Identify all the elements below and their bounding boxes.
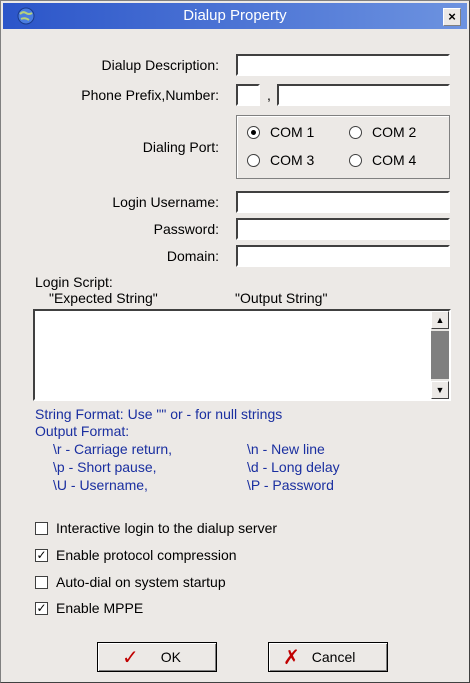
output-format-text: Output Format: — [35, 423, 130, 439]
title-bar: Dialup Property × — [3, 3, 467, 29]
option-label: Enable MPPE — [56, 600, 144, 616]
password-input[interactable] — [238, 220, 448, 238]
dialing-port-group: COM 1 COM 2 COM 3 COM 4 — [236, 115, 450, 179]
username-field[interactable] — [236, 191, 450, 213]
port-label-com4: COM 4 — [372, 152, 417, 168]
username-label: Login Username: — [112, 194, 219, 210]
phone-prefix-field[interactable] — [236, 84, 260, 106]
option-auto-dial[interactable]: Auto-dial on system startup — [35, 574, 226, 590]
domain-label: Domain: — [166, 248, 219, 264]
checkbox-enable-mppe[interactable]: ✓ — [35, 601, 48, 615]
cancel-button-label: Cancel — [311, 649, 356, 665]
format-code: \P - Password — [247, 477, 334, 493]
scroll-thumb[interactable] — [431, 331, 449, 379]
radio-com1[interactable] — [247, 125, 260, 139]
expected-string-header: "Expected String" — [49, 290, 158, 306]
phone-label: Phone Prefix,Number: — [81, 87, 219, 103]
scroll-up-icon[interactable]: ▲ — [431, 311, 449, 329]
port-label-com2: COM 2 — [372, 124, 417, 140]
password-label: Password: — [153, 221, 219, 237]
domain-field[interactable] — [236, 245, 450, 267]
port-label-com1: COM 1 — [270, 124, 315, 140]
username-input[interactable] — [238, 193, 448, 211]
port-label-com3: COM 3 — [270, 152, 315, 168]
port-option-com4[interactable]: COM 4 — [349, 152, 416, 168]
option-label: Auto-dial on system startup — [56, 574, 226, 590]
login-script-label: Login Script: — [35, 274, 113, 290]
radio-com2[interactable] — [349, 125, 362, 139]
string-format-text: String Format: Use "" or - for null stri… — [35, 406, 283, 422]
description-field[interactable] — [236, 54, 450, 76]
option-interactive-login[interactable]: Interactive login to the dialup server — [35, 520, 277, 536]
port-option-com2[interactable]: COM 2 — [349, 124, 416, 140]
format-code: \n - New line — [247, 441, 325, 457]
phone-number-input[interactable] — [279, 86, 448, 104]
format-code: \p - Short pause, — [53, 459, 157, 475]
checkmark-icon: ✓ — [122, 646, 139, 669]
format-code: \U - Username, — [53, 477, 148, 493]
ok-button-label: OK — [160, 649, 181, 665]
script-scrollbar[interactable]: ▲ ▼ — [431, 311, 449, 399]
ok-button[interactable]: ✓ OK — [97, 642, 217, 672]
phone-comma: , — [267, 87, 271, 103]
format-code: \r - Carriage return, — [53, 441, 173, 457]
description-label: Dialup Description: — [101, 57, 220, 73]
cancel-button[interactable]: ✗ Cancel — [268, 642, 388, 672]
window-title: Dialup Property — [183, 7, 287, 24]
checkbox-auto-dial[interactable] — [35, 575, 48, 589]
port-option-com3[interactable]: COM 3 — [247, 152, 314, 168]
password-field[interactable] — [236, 218, 450, 240]
checkbox-protocol-compression[interactable]: ✓ — [35, 548, 48, 562]
radio-com4[interactable] — [349, 153, 362, 167]
radio-com3[interactable] — [247, 153, 260, 167]
option-protocol-compression[interactable]: ✓ Enable protocol compression — [35, 547, 237, 563]
checkbox-interactive-login[interactable] — [35, 521, 48, 535]
close-button[interactable]: × — [443, 8, 461, 26]
option-label: Interactive login to the dialup server — [56, 520, 278, 536]
login-script-textarea[interactable]: ▲ ▼ — [33, 309, 451, 401]
phone-number-field[interactable] — [277, 84, 450, 106]
phone-prefix-input[interactable] — [238, 86, 258, 104]
x-mark-icon: ✗ — [283, 646, 300, 669]
dialing-port-label: Dialing Port: — [142, 139, 219, 155]
domain-input[interactable] — [238, 247, 448, 265]
scroll-down-icon[interactable]: ▼ — [431, 381, 449, 399]
port-option-com1[interactable]: COM 1 — [247, 124, 314, 140]
description-input[interactable] — [238, 56, 448, 74]
option-enable-mppe[interactable]: ✓ Enable MPPE — [35, 600, 143, 616]
format-code: \d - Long delay — [247, 459, 340, 475]
output-string-header: "Output String" — [235, 290, 328, 306]
option-label: Enable protocol compression — [56, 547, 237, 563]
dialup-property-dialog: Dialup Property × Dialup Description: Ph… — [0, 0, 470, 683]
